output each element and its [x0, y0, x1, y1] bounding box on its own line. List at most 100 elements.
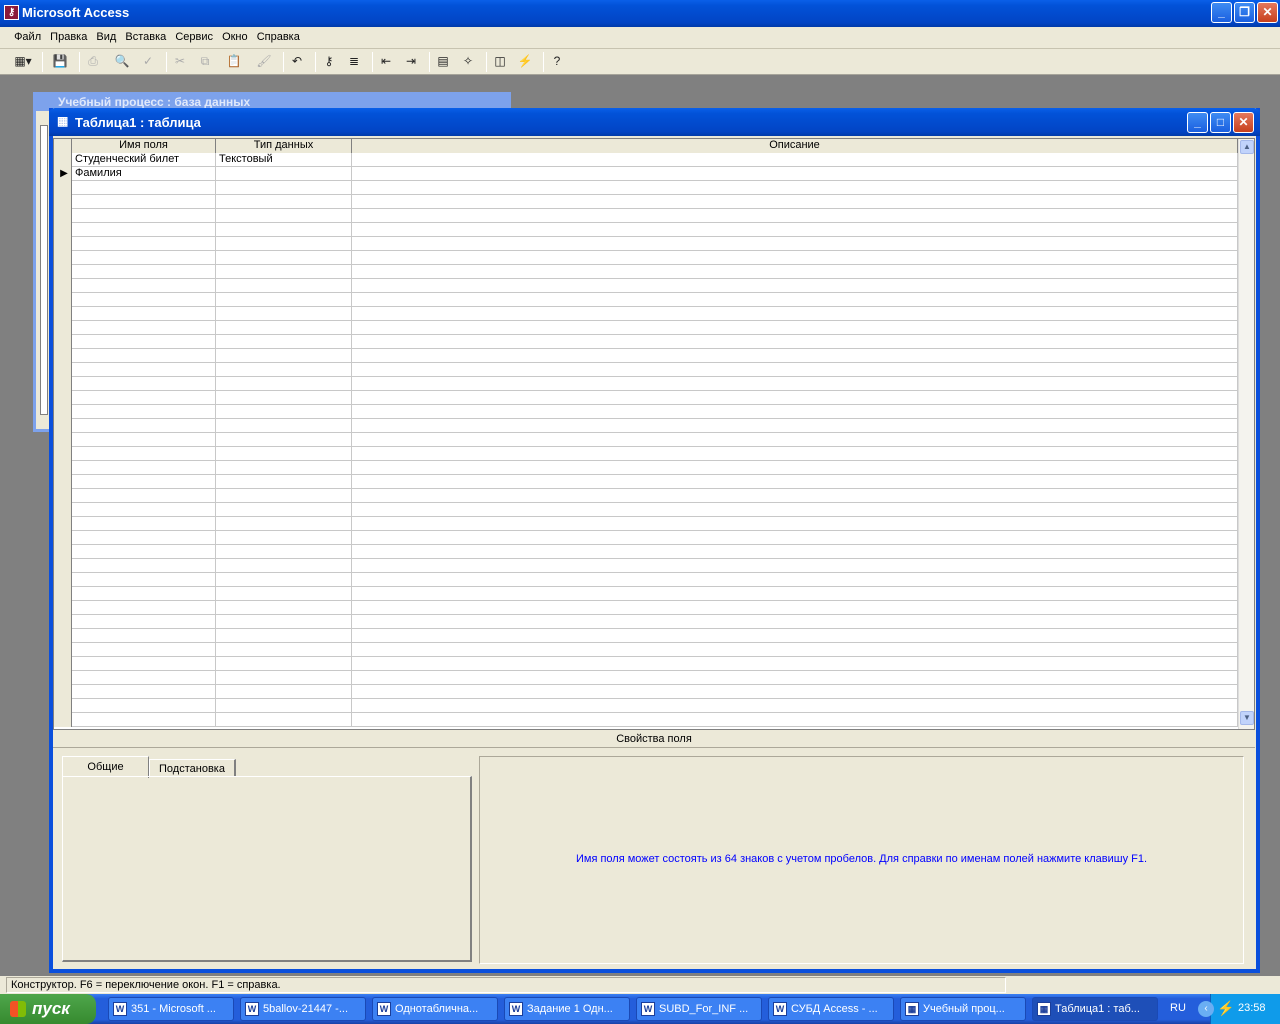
help-icon[interactable]: ?: [548, 53, 566, 70]
data-type-cell[interactable]: [216, 503, 352, 517]
data-type-cell[interactable]: [216, 573, 352, 587]
row-selector[interactable]: [54, 293, 72, 307]
field-name-cell[interactable]: [72, 447, 216, 461]
description-cell[interactable]: [352, 419, 1238, 433]
menu-tools[interactable]: Сервис: [172, 27, 216, 47]
field-name-cell[interactable]: [72, 181, 216, 195]
database-window-icon[interactable]: ◫: [491, 53, 509, 70]
field-name-cell[interactable]: [72, 601, 216, 615]
data-type-cell[interactable]: [216, 223, 352, 237]
row-selector[interactable]: [54, 531, 72, 545]
column-header-data-type[interactable]: Тип данных: [216, 139, 352, 153]
taskbar-item[interactable]: W Задание 1 Одн...: [504, 997, 630, 1021]
table-row[interactable]: [54, 615, 1238, 629]
table-row[interactable]: [54, 349, 1238, 363]
data-type-cell[interactable]: [216, 685, 352, 699]
data-type-cell[interactable]: [216, 293, 352, 307]
data-type-cell[interactable]: [216, 489, 352, 503]
field-name-cell[interactable]: [72, 237, 216, 251]
menu-edit[interactable]: Правка: [47, 27, 90, 47]
table-row[interactable]: [54, 405, 1238, 419]
primary-key-icon[interactable]: ⚷: [320, 53, 338, 70]
description-cell[interactable]: [352, 265, 1238, 279]
data-type-cell[interactable]: [216, 517, 352, 531]
taskbar-item[interactable]: W СУБД Access - ...: [768, 997, 894, 1021]
description-cell[interactable]: [352, 461, 1238, 475]
description-cell[interactable]: [352, 181, 1238, 195]
restore-button[interactable]: ❐: [1234, 2, 1255, 23]
data-type-cell[interactable]: [216, 167, 352, 181]
row-selector[interactable]: [54, 265, 72, 279]
table-row[interactable]: [54, 685, 1238, 699]
description-cell[interactable]: [352, 237, 1238, 251]
row-selector[interactable]: [54, 377, 72, 391]
description-cell[interactable]: [352, 251, 1238, 265]
table-row[interactable]: [54, 643, 1238, 657]
row-selector[interactable]: [54, 181, 72, 195]
table-row[interactable]: [54, 475, 1238, 489]
description-cell[interactable]: [352, 657, 1238, 671]
table-row[interactable]: [54, 559, 1238, 573]
field-name-cell[interactable]: Фамилия: [72, 167, 216, 181]
field-name-cell[interactable]: [72, 685, 216, 699]
field-name-cell[interactable]: [72, 517, 216, 531]
data-type-cell[interactable]: [216, 643, 352, 657]
field-name-cell[interactable]: [72, 475, 216, 489]
data-type-cell[interactable]: [216, 363, 352, 377]
table-row[interactable]: [54, 503, 1238, 517]
description-cell[interactable]: [352, 489, 1238, 503]
minimize-button[interactable]: _: [1211, 2, 1232, 23]
data-type-cell[interactable]: [216, 601, 352, 615]
row-selector[interactable]: [54, 349, 72, 363]
description-cell[interactable]: [352, 153, 1238, 167]
data-type-cell[interactable]: [216, 531, 352, 545]
table-row[interactable]: [54, 223, 1238, 237]
row-selector[interactable]: [54, 223, 72, 237]
taskbar-item[interactable]: W 351 - Microsoft ...: [108, 997, 234, 1021]
field-name-cell[interactable]: [72, 699, 216, 713]
table-row[interactable]: [54, 461, 1238, 475]
data-type-cell[interactable]: [216, 251, 352, 265]
field-name-cell[interactable]: Студенческий билет: [72, 153, 216, 167]
row-selector[interactable]: [54, 489, 72, 503]
row-selector[interactable]: [54, 685, 72, 699]
insert-rows-icon[interactable]: ⇤: [377, 53, 395, 70]
taskbar-item[interactable]: ▦ Таблица1 : таб...: [1032, 997, 1158, 1021]
row-selector[interactable]: [54, 615, 72, 629]
description-cell[interactable]: [352, 629, 1238, 643]
view-icon[interactable]: ▦▾: [10, 53, 36, 70]
table-row[interactable]: [54, 335, 1238, 349]
description-cell[interactable]: [352, 209, 1238, 223]
table-row[interactable]: [54, 293, 1238, 307]
data-type-cell[interactable]: [216, 433, 352, 447]
table-row[interactable]: [54, 713, 1238, 727]
table-maximize-button[interactable]: □: [1210, 112, 1231, 133]
description-cell[interactable]: [352, 531, 1238, 545]
row-selector[interactable]: [54, 517, 72, 531]
table-row[interactable]: [54, 587, 1238, 601]
row-selector[interactable]: [54, 503, 72, 517]
field-name-cell[interactable]: [72, 531, 216, 545]
description-cell[interactable]: [352, 587, 1238, 601]
data-type-cell[interactable]: [216, 419, 352, 433]
description-cell[interactable]: [352, 503, 1238, 517]
data-type-cell[interactable]: [216, 447, 352, 461]
description-cell[interactable]: [352, 685, 1238, 699]
data-type-cell[interactable]: [216, 671, 352, 685]
field-name-cell[interactable]: [72, 671, 216, 685]
row-selector[interactable]: [54, 447, 72, 461]
table-close-button[interactable]: ✕: [1233, 112, 1254, 133]
taskbar-item[interactable]: ▦ Учебный проц...: [900, 997, 1026, 1021]
row-selector[interactable]: [54, 713, 72, 727]
indexes-icon[interactable]: ≣: [345, 53, 363, 70]
row-selector[interactable]: [54, 209, 72, 223]
properties-icon[interactable]: ▤: [434, 53, 452, 70]
field-grid[interactable]: Имя поля Тип данных Описание Студенчески…: [53, 138, 1255, 730]
description-cell[interactable]: [352, 433, 1238, 447]
scroll-up-button[interactable]: ▲: [1240, 140, 1254, 154]
menu-file[interactable]: Файл: [11, 27, 44, 47]
data-type-cell[interactable]: [216, 209, 352, 223]
field-name-cell[interactable]: [72, 349, 216, 363]
data-type-cell[interactable]: Текстовый: [216, 153, 352, 167]
menu-window[interactable]: Окно: [219, 27, 251, 47]
